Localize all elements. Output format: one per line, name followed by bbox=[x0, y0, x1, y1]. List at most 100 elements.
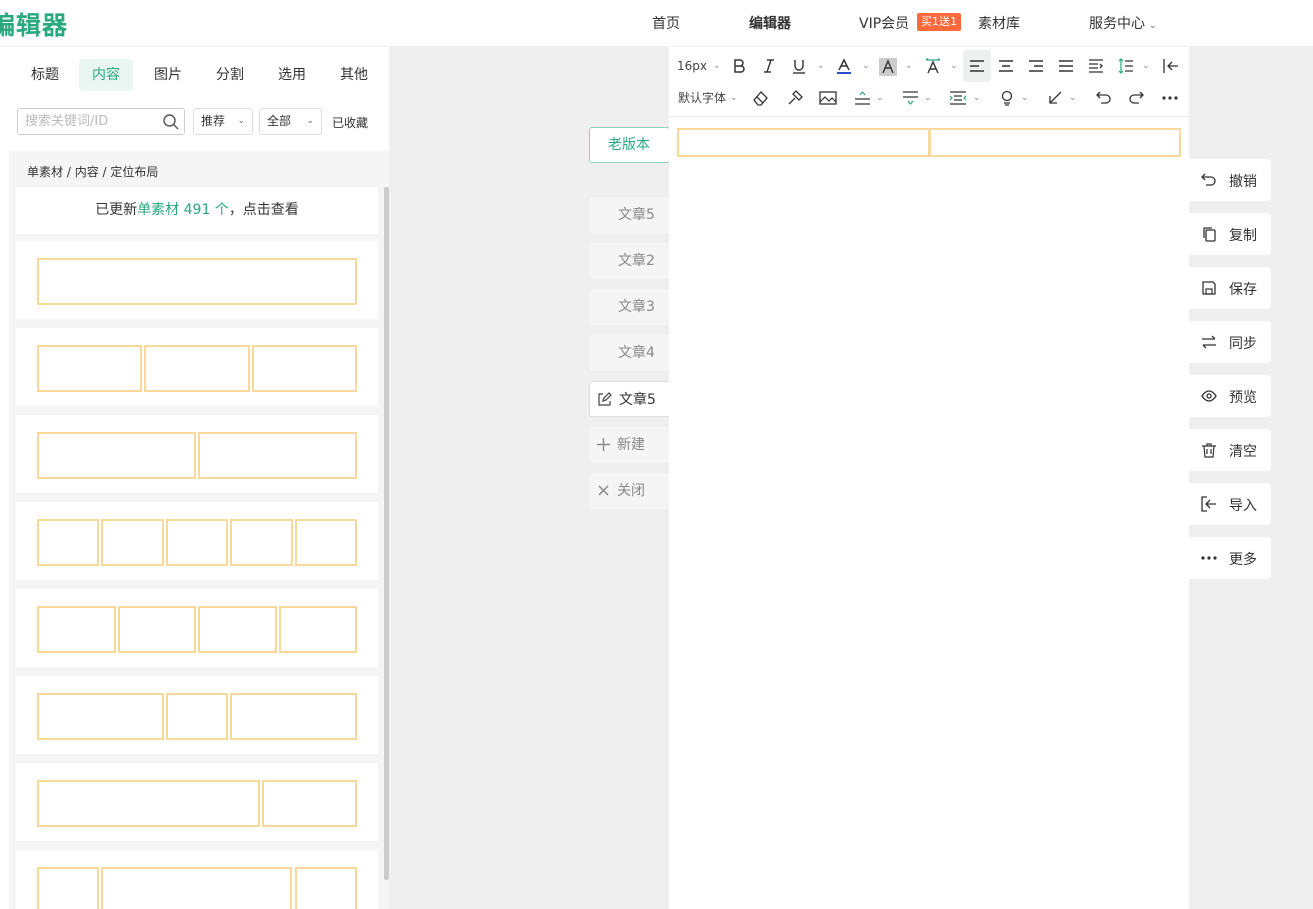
update-prefix: 已更新 bbox=[95, 202, 138, 218]
more-icon bbox=[1201, 556, 1217, 560]
template-list: 已更新单素材 491 个，点击查看 bbox=[9, 187, 389, 909]
all-dropdown[interactable]: 全部 ⌄ bbox=[259, 108, 322, 135]
bold-button[interactable] bbox=[731, 50, 751, 82]
insert-image-button[interactable] bbox=[819, 82, 839, 114]
scrollbar[interactable] bbox=[384, 187, 389, 880]
article-tab-label: 文章5 bbox=[619, 392, 656, 408]
nav-service-label: 服务中心 bbox=[1089, 16, 1145, 32]
exit-format-button[interactable] bbox=[1163, 50, 1183, 82]
emoji-button[interactable]: ⌄ bbox=[999, 82, 1033, 114]
import-label: 导入 bbox=[1229, 498, 1257, 514]
article-tab[interactable]: 文章5 bbox=[589, 197, 670, 233]
preview-action[interactable]: 预览 bbox=[1189, 375, 1271, 417]
template-cell bbox=[37, 432, 196, 479]
clear-format-button[interactable] bbox=[752, 82, 772, 114]
align-justify-button[interactable] bbox=[1058, 50, 1078, 82]
spacing-before-button[interactable]: ⌄ bbox=[854, 82, 888, 114]
breadcrumb-item[interactable]: 单素材 bbox=[27, 165, 63, 179]
nav-service[interactable]: 服务中心 ⌄ bbox=[1089, 13, 1157, 33]
layout-template-3col[interactable] bbox=[16, 328, 378, 406]
undo-button[interactable] bbox=[1095, 82, 1115, 114]
close-article-button[interactable]: 关闭 bbox=[589, 473, 670, 509]
chevron-down-icon: ⌄ bbox=[950, 61, 958, 71]
font-family-select[interactable]: 默认字体 ⌄ bbox=[678, 82, 740, 114]
format-painter-button[interactable] bbox=[786, 82, 806, 114]
clear-action[interactable]: 清空 bbox=[1189, 429, 1271, 471]
nav-materials[interactable]: 素材库 bbox=[978, 13, 1020, 33]
letter-spacing-button[interactable]: ⌄ bbox=[924, 50, 962, 82]
both-sides-indent-button[interactable]: ⌄ bbox=[949, 82, 985, 114]
nav-editor[interactable]: 编辑器 bbox=[749, 13, 791, 33]
sync-icon bbox=[1202, 335, 1216, 349]
undo-icon bbox=[1201, 173, 1216, 186]
chevron-down-icon: ⌄ bbox=[862, 61, 870, 71]
spacing-after-icon bbox=[903, 91, 918, 105]
article-tab-label: 文章4 bbox=[618, 345, 655, 361]
background-color-button[interactable]: ⌄ bbox=[879, 50, 917, 82]
spacing-after-button[interactable]: ⌄ bbox=[902, 82, 936, 114]
breadcrumb-item[interactable]: 内容 bbox=[75, 165, 99, 179]
template-cell bbox=[166, 693, 228, 740]
layout-template-1col[interactable] bbox=[16, 241, 378, 319]
article-tab[interactable]: 文章2 bbox=[589, 243, 670, 279]
more-tools-button[interactable] bbox=[1161, 82, 1181, 114]
layout-template-4col[interactable] bbox=[16, 589, 378, 667]
font-color-button[interactable]: ⌄ bbox=[836, 50, 874, 82]
logo[interactable]: 编辑器 bbox=[0, 6, 68, 42]
article-tab[interactable]: 文章4 bbox=[589, 335, 670, 371]
tab-divider[interactable]: 分割 bbox=[203, 59, 257, 91]
line-height-button[interactable]: ⌄ bbox=[1118, 50, 1154, 82]
chevron-down-icon: ⌄ bbox=[876, 93, 884, 103]
more-action[interactable]: 更多 bbox=[1189, 537, 1271, 579]
tab-title[interactable]: 标题 bbox=[18, 59, 72, 91]
layout-template-3col-wnw[interactable] bbox=[16, 676, 378, 754]
layout-template-3col-nwn[interactable] bbox=[16, 850, 378, 909]
redo-button[interactable] bbox=[1128, 82, 1148, 114]
favorites-link[interactable]: 已收藏 bbox=[332, 114, 368, 131]
format-painter-icon bbox=[788, 90, 803, 105]
font-size-select[interactable]: 16px ⌄ bbox=[677, 50, 725, 82]
close-icon bbox=[598, 485, 609, 496]
recommend-dropdown[interactable]: 推荐 ⌄ bbox=[193, 108, 253, 135]
underline-button[interactable]: ⌄ bbox=[791, 50, 829, 82]
tab-other[interactable]: 其他 bbox=[327, 59, 381, 91]
tab-content[interactable]: 内容 bbox=[79, 59, 133, 91]
article-tab-active[interactable]: 文章5 bbox=[589, 381, 670, 417]
update-notice[interactable]: 已更新单素材 491 个，点击查看 bbox=[16, 187, 378, 234]
align-left-button[interactable] bbox=[963, 50, 991, 82]
undo-action[interactable]: 撤销 bbox=[1189, 159, 1271, 201]
indent-button[interactable] bbox=[1088, 50, 1108, 82]
layout-block[interactable] bbox=[677, 128, 1181, 157]
copy-action[interactable]: 复制 bbox=[1189, 213, 1271, 255]
save-action[interactable]: 保存 bbox=[1189, 267, 1271, 309]
article-tab[interactable]: 文章3 bbox=[589, 289, 670, 325]
redo-icon bbox=[1129, 91, 1144, 104]
sync-action[interactable]: 同步 bbox=[1189, 321, 1271, 363]
chevron-down-icon: ⌄ bbox=[1149, 21, 1157, 31]
indent-icon bbox=[1089, 59, 1103, 73]
import-action[interactable]: 导入 bbox=[1189, 483, 1271, 525]
save-label: 保存 bbox=[1229, 282, 1257, 298]
more-icon bbox=[1162, 96, 1178, 100]
align-right-button[interactable] bbox=[1028, 50, 1048, 82]
article-tab-label: 文章2 bbox=[618, 253, 655, 269]
italic-button[interactable] bbox=[761, 50, 781, 82]
toolbar-row-1: 16px ⌄ ⌄ ⌄ ⌄ ⌄ ⌄ bbox=[669, 50, 1189, 82]
search-icon[interactable] bbox=[162, 113, 180, 131]
breadcrumb-separator: / bbox=[66, 165, 75, 179]
shrink-button[interactable]: ⌄ bbox=[1047, 82, 1081, 114]
chevron-down-icon: ⌄ bbox=[237, 116, 245, 126]
layout-template-5col[interactable] bbox=[16, 502, 378, 580]
tab-image[interactable]: 图片 bbox=[141, 59, 195, 91]
old-version-button[interactable]: 老版本 bbox=[589, 127, 670, 163]
layout-template-2col[interactable] bbox=[16, 415, 378, 493]
tab-selected[interactable]: 选用 bbox=[265, 59, 319, 91]
nav-vip[interactable]: VIP会员 bbox=[859, 13, 909, 33]
search-input[interactable] bbox=[25, 109, 160, 134]
layout-template-2col-wn[interactable] bbox=[16, 763, 378, 841]
align-right-icon bbox=[1029, 60, 1043, 72]
nav-home[interactable]: 首页 bbox=[652, 13, 680, 33]
align-center-button[interactable] bbox=[998, 50, 1018, 82]
close-article-label: 关闭 bbox=[617, 483, 645, 499]
new-article-button[interactable]: 新建 bbox=[589, 427, 670, 463]
